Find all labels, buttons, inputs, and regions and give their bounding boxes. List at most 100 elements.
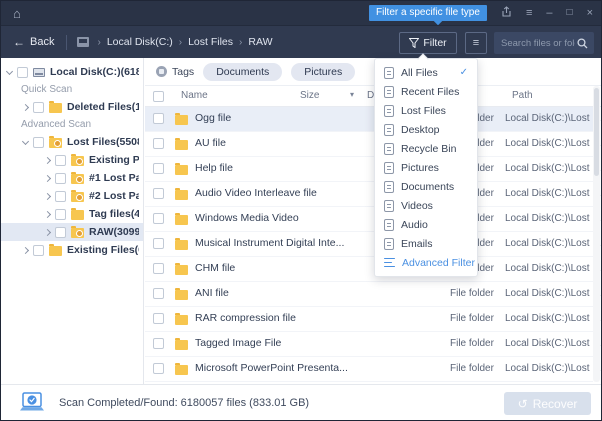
- menu-item-recent-files[interactable]: Recent Files: [375, 82, 477, 101]
- chevron-right-icon[interactable]: [22, 246, 29, 253]
- menu-item-all-files[interactable]: All Files ✓: [375, 63, 477, 82]
- select-all-checkbox[interactable]: [153, 91, 164, 102]
- share-icon[interactable]: [501, 6, 512, 21]
- table-row[interactable]: Audio Video Interleave file File folder …: [145, 182, 593, 207]
- chip-documents[interactable]: Documents: [203, 63, 282, 81]
- menu-item-desktop[interactable]: Desktop: [375, 120, 477, 139]
- checkbox[interactable]: [33, 137, 44, 148]
- back-button[interactable]: ← Back: [13, 35, 54, 49]
- checkbox[interactable]: [153, 288, 164, 299]
- table-row[interactable]: CHM file File folder Local Disk(C:)\Lost…: [145, 257, 593, 282]
- checkbox[interactable]: [55, 173, 66, 184]
- home-icon[interactable]: ⌂: [13, 7, 21, 20]
- table-row[interactable]: Microsoft PowerPoint Presenta... File fo…: [145, 357, 593, 382]
- checkbox[interactable]: [55, 227, 66, 238]
- file-path: Local Disk(C:)\Lost F...: [505, 163, 602, 174]
- breadcrumb-item-local-disk[interactable]: Local Disk(C:): [107, 36, 173, 48]
- table-row[interactable]: Windows Media Video File folder Local Di…: [145, 207, 593, 232]
- sidebar-item-raw[interactable]: RAW(30998): [1, 223, 143, 241]
- checkbox[interactable]: [153, 263, 164, 274]
- menu-item-label: Advanced Filter: [402, 257, 475, 269]
- scrollbar-thumb[interactable]: [594, 88, 599, 176]
- checkbox[interactable]: [153, 313, 164, 324]
- column-header-path[interactable]: Path: [512, 90, 533, 101]
- checkbox[interactable]: [33, 102, 44, 113]
- menu-item-emails[interactable]: Emails: [375, 234, 477, 253]
- chevron-right-icon[interactable]: [44, 174, 51, 181]
- checkbox[interactable]: [153, 113, 164, 124]
- column-header-name[interactable]: Name: [181, 90, 208, 101]
- scrollbar[interactable]: [593, 86, 600, 382]
- menu-item-lost-files[interactable]: Lost Files: [375, 101, 477, 120]
- checkbox[interactable]: [153, 138, 164, 149]
- breadcrumb-item-lost-files[interactable]: Lost Files: [188, 36, 233, 48]
- table-row[interactable]: AU file File folder Local Disk(C:)\Lost …: [145, 132, 593, 157]
- checkbox[interactable]: [55, 155, 66, 166]
- sidebar-item-existing-partition[interactable]: Existing Pa...: [1, 151, 143, 169]
- chevron-down-icon[interactable]: [22, 137, 29, 144]
- breadcrumb-item-raw[interactable]: RAW: [248, 36, 272, 48]
- checkbox[interactable]: [17, 67, 28, 78]
- chip-pictures[interactable]: Pictures: [291, 63, 355, 81]
- menu-item-advanced-filter[interactable]: Advanced Filter: [375, 253, 477, 272]
- menu-item-audio[interactable]: Audio: [375, 215, 477, 234]
- check-icon: ✓: [460, 67, 468, 78]
- menu-item-documents[interactable]: Documents: [375, 177, 477, 196]
- filter-button[interactable]: Filter: [399, 32, 457, 54]
- sort-icon[interactable]: ▾: [350, 90, 354, 99]
- column-header-size[interactable]: Size: [300, 90, 319, 101]
- checkbox[interactable]: [153, 238, 164, 249]
- filters-bar: Tags Documents Pictures: [145, 58, 601, 85]
- sidebar-item-lost-files[interactable]: Lost Files(55084...: [1, 133, 143, 151]
- table-row[interactable]: Tagged Image File File folder Local Disk…: [145, 332, 593, 357]
- menu-item-recycle-bin[interactable]: Recycle Bin: [375, 139, 477, 158]
- table-row[interactable]: Ogg file File folder Local Disk(C:)\Lost…: [145, 107, 593, 132]
- funnel-icon: [409, 38, 419, 48]
- chevron-down-icon[interactable]: [6, 67, 13, 74]
- folder-gear-icon: [71, 174, 84, 184]
- file-type: File folder: [450, 288, 494, 299]
- chevron-right-icon[interactable]: [44, 156, 51, 163]
- sidebar-item-local-disk[interactable]: Local Disk(C:)(6180057): [1, 63, 143, 81]
- search-icon[interactable]: [577, 38, 588, 49]
- checkbox[interactable]: [153, 213, 164, 224]
- scan-status-text: Scan Completed/Found: 6180057 files (833…: [59, 397, 309, 409]
- sidebar-item-2-lost-partition[interactable]: #2 Lost Pa...: [1, 187, 143, 205]
- table-row[interactable]: RAR compression file File folder Local D…: [145, 307, 593, 332]
- titlebar: ⌂ Filter a specific file type ≡ – □ ×: [1, 1, 601, 25]
- chevron-right-icon[interactable]: [44, 192, 51, 199]
- table-row[interactable]: ANI file File folder Local Disk(C:)\Lost…: [145, 282, 593, 307]
- maximize-icon[interactable]: □: [567, 8, 573, 18]
- checkbox[interactable]: [153, 188, 164, 199]
- sidebar-item-1-lost-partition[interactable]: #1 Lost Pa...: [1, 169, 143, 187]
- chevron-right-icon[interactable]: [22, 103, 29, 110]
- checkbox[interactable]: [33, 245, 44, 256]
- checkbox[interactable]: [55, 209, 66, 220]
- checkbox[interactable]: [153, 163, 164, 174]
- menu-item-pictures[interactable]: Pictures: [375, 158, 477, 177]
- recover-button[interactable]: ↺ Recover: [504, 392, 591, 415]
- sidebar-item-deleted-files[interactable]: Deleted Files(12...: [1, 98, 143, 116]
- chevron-right-icon[interactable]: [44, 210, 51, 217]
- view-mode-button[interactable]: ≡: [465, 32, 487, 54]
- app-window: ⌂ Filter a specific file type ≡ – □ × ← …: [0, 0, 602, 421]
- sidebar-item-tag-files[interactable]: Tag files(40): [1, 205, 143, 223]
- sidebar-item-existing-files[interactable]: Existing Files(65...: [1, 241, 143, 259]
- menu-icon[interactable]: ≡: [526, 8, 532, 19]
- checkbox[interactable]: [153, 338, 164, 349]
- menu-item-videos[interactable]: Videos: [375, 196, 477, 215]
- file-name: ANI file: [195, 287, 229, 299]
- close-icon[interactable]: ×: [587, 8, 593, 19]
- checkbox[interactable]: [153, 363, 164, 374]
- file-name: AU file: [195, 137, 226, 149]
- folder-gear-icon: [49, 138, 62, 148]
- desktop-icon: [384, 124, 394, 136]
- minimize-icon[interactable]: –: [546, 8, 552, 19]
- chevron-right-icon[interactable]: [44, 228, 51, 235]
- search-input[interactable]: [494, 38, 577, 49]
- checkbox[interactable]: [55, 191, 66, 202]
- content-area: Local Disk(C:)(6180057) Quick Scan Delet…: [1, 58, 601, 384]
- table-row[interactable]: Musical Instrument Digital Inte... File …: [145, 232, 593, 257]
- table-row[interactable]: Help file File folder Local Disk(C:)\Los…: [145, 157, 593, 182]
- folder-gear-icon: [71, 192, 84, 202]
